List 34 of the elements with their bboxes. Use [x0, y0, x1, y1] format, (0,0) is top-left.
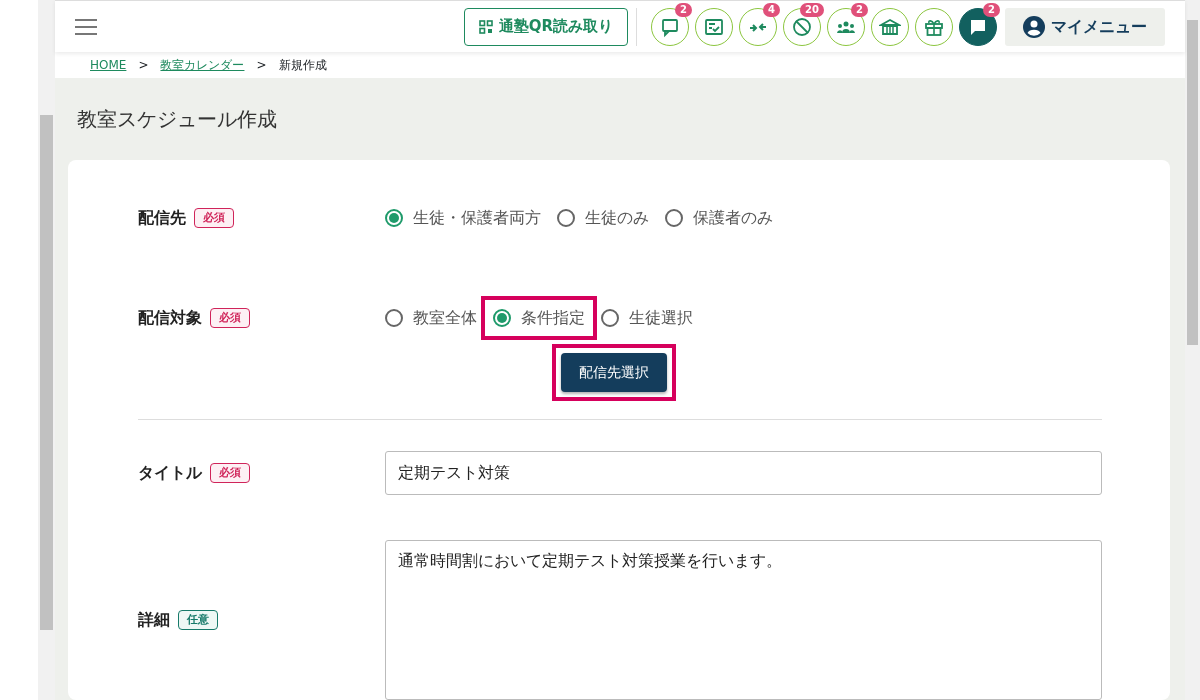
field-label: 配信先	[138, 207, 186, 229]
toolbar-button[interactable]	[871, 7, 909, 46]
required-badge: 必須	[194, 207, 234, 229]
required-badge: 必須	[210, 462, 250, 484]
detail-textarea[interactable]: 通常時間割において定期テスト対策授業を行います。	[385, 540, 1102, 700]
scrollbar[interactable]	[38, 0, 55, 700]
scrollbar[interactable]	[1185, 0, 1200, 700]
count-badge: 20	[800, 2, 824, 17]
radio-option[interactable]: 条件指定	[481, 296, 597, 340]
qr-icon	[478, 19, 493, 34]
breadcrumb-link[interactable]: 教室カレンダー	[160, 56, 245, 75]
count-badge: 2	[851, 2, 868, 17]
toolbar-button[interactable]	[695, 7, 733, 46]
qr-reader-button[interactable]: 通塾QR読み取り	[463, 7, 628, 46]
count-badge: 2	[983, 2, 1000, 17]
field-label: 配信対象	[138, 307, 202, 329]
breadcrumb-text: >	[256, 57, 267, 75]
select-recipients-button[interactable]: 配信先選択	[560, 353, 667, 392]
required-badge: 必須	[210, 307, 250, 329]
breadcrumb-text: >	[138, 57, 149, 75]
title-input[interactable]: 定期テスト対策	[385, 451, 1102, 495]
no-entry-icon	[791, 15, 813, 38]
menu-icon[interactable]	[75, 18, 97, 35]
user-icon	[1023, 15, 1045, 38]
toolbar-button[interactable]	[915, 7, 953, 46]
count-badge: 2	[675, 2, 692, 17]
breadcrumb-link[interactable]: HOME	[90, 56, 127, 75]
optional-badge: 任意	[178, 609, 218, 631]
field-label: 詳細	[138, 609, 170, 631]
breadcrumb-text: 新規作成	[278, 57, 327, 75]
field-label: タイトル	[138, 462, 202, 484]
page-title: 教室スケジュール作成	[77, 106, 278, 133]
my-menu-button[interactable]: マイメニュー	[1005, 7, 1165, 46]
count-badge: 4	[763, 2, 780, 17]
